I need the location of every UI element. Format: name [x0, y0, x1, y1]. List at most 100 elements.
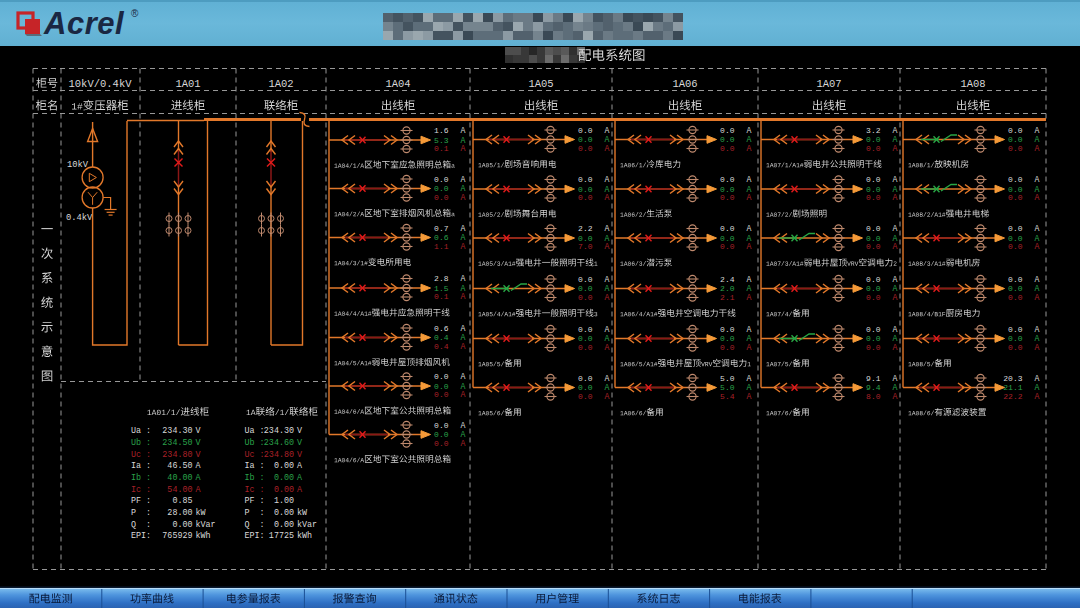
svg-text:PF :: PF : [245, 496, 265, 506]
svg-text:0.0: 0.0 [720, 175, 735, 184]
svg-text:PF :: PF : [131, 496, 151, 506]
svg-text:234.30: 234.30 [264, 426, 294, 436]
svg-text:A: A [605, 242, 610, 251]
svg-text:®: ® [131, 8, 139, 19]
svg-text:A: A [461, 421, 466, 430]
svg-text:20.3: 20.3 [1003, 374, 1022, 383]
svg-text:A: A [893, 242, 898, 251]
svg-text:A: A [893, 175, 898, 184]
svg-text:0.00: 0.00 [264, 520, 294, 530]
svg-text:0.4kV: 0.4kV [66, 213, 93, 223]
svg-text:5.4: 5.4 [720, 392, 735, 401]
svg-text:V: V [196, 426, 201, 436]
svg-text:1A05: 1A05 [528, 78, 553, 90]
svg-text:0.00: 0.00 [264, 473, 294, 483]
svg-text:Ia :: Ia : [131, 461, 151, 471]
svg-text:A: A [893, 343, 898, 352]
svg-text:A: A [747, 193, 752, 202]
svg-text:A: A [893, 126, 898, 135]
svg-text:0.0: 0.0 [1008, 224, 1023, 233]
svg-text:A: A [461, 342, 466, 351]
svg-text:17725: 17725 [264, 531, 294, 541]
svg-text:Ic :: Ic : [245, 485, 265, 495]
svg-text:0.0: 0.0 [434, 390, 449, 399]
svg-text:0.0: 0.0 [578, 126, 593, 135]
svg-text:234.60: 234.60 [264, 438, 294, 448]
svg-text:Uc :: Uc : [131, 450, 151, 460]
svg-text:A: A [747, 275, 752, 284]
svg-text:P :: P : [245, 508, 265, 518]
svg-text:0.0: 0.0 [720, 144, 735, 153]
svg-text:A: A [893, 293, 898, 302]
svg-text:0.1: 0.1 [434, 292, 449, 301]
svg-text:0.0: 0.0 [578, 392, 593, 401]
svg-text:Acrel: Acrel [43, 6, 125, 41]
svg-text:Q :: Q : [245, 520, 265, 530]
svg-text:A: A [747, 175, 752, 184]
svg-text:Ua :: Ua : [131, 426, 151, 436]
svg-text:0.0: 0.0 [434, 193, 449, 202]
svg-text:10kV/0.4kV: 10kV/0.4kV [68, 78, 132, 90]
svg-text:0.00: 0.00 [162, 520, 192, 530]
svg-text:Q :: Q : [131, 520, 151, 530]
svg-text:A: A [605, 374, 610, 383]
svg-text:V: V [196, 438, 201, 448]
svg-text:kVar: kVar [297, 520, 317, 530]
svg-text:A: A [1035, 293, 1040, 302]
svg-text:0.85: 0.85 [162, 496, 192, 506]
svg-text:Uc :: Uc : [245, 450, 265, 460]
svg-text:9.1: 9.1 [866, 374, 881, 383]
svg-text:1.00: 1.00 [264, 496, 294, 506]
svg-text:A: A [605, 126, 610, 135]
svg-text:A: A [893, 374, 898, 383]
svg-text:A: A [747, 293, 752, 302]
svg-text:0.0: 0.0 [1008, 144, 1023, 153]
svg-text:A: A [461, 274, 466, 283]
svg-text:0.0: 0.0 [1008, 293, 1023, 302]
svg-text:Ua :: Ua : [245, 426, 265, 436]
svg-text:0.0: 0.0 [1008, 275, 1023, 284]
svg-text:0.0: 0.0 [866, 224, 881, 233]
svg-text:2.4: 2.4 [720, 275, 735, 284]
svg-text:0.0: 0.0 [1008, 325, 1023, 334]
svg-text:EPI:: EPI: [131, 531, 151, 541]
svg-text:0.0: 0.0 [578, 144, 593, 153]
svg-text:P :: P : [131, 508, 151, 518]
svg-text:A: A [1035, 193, 1040, 202]
svg-text:0.0: 0.0 [866, 193, 881, 202]
svg-text:1A06: 1A06 [672, 78, 697, 90]
svg-text:A: A [747, 325, 752, 334]
svg-text:Ic :: Ic : [131, 485, 151, 495]
svg-text:40.00: 40.00 [162, 473, 192, 483]
svg-text:A: A [605, 293, 610, 302]
svg-text:0.0: 0.0 [866, 175, 881, 184]
svg-text:0.0: 0.0 [866, 242, 881, 251]
svg-text:A: A [1035, 144, 1040, 153]
svg-text:3.2: 3.2 [866, 126, 881, 135]
svg-text:A: A [1035, 343, 1040, 352]
svg-text:0.00: 0.00 [264, 508, 294, 518]
svg-text:A: A [1035, 374, 1040, 383]
svg-text:0.0: 0.0 [720, 242, 735, 251]
svg-text:0.0: 0.0 [434, 372, 449, 381]
svg-text:234.30: 234.30 [162, 426, 192, 436]
svg-text:A: A [893, 144, 898, 153]
svg-text:0.0: 0.0 [578, 193, 593, 202]
svg-text:V: V [297, 438, 302, 448]
svg-text:A: A [747, 224, 752, 233]
svg-text:V: V [196, 450, 201, 460]
svg-text:A: A [747, 343, 752, 352]
svg-text:EPI:: EPI: [245, 531, 265, 541]
svg-text:1.1: 1.1 [434, 242, 449, 251]
svg-text:2.1: 2.1 [720, 293, 735, 302]
svg-text:A: A [461, 175, 466, 184]
svg-text:A: A [461, 242, 466, 251]
svg-text:A: A [1035, 242, 1040, 251]
svg-text:A: A [605, 224, 610, 233]
svg-text:A: A [747, 374, 752, 383]
svg-text:1A07: 1A07 [816, 78, 841, 90]
svg-text:0.0: 0.0 [434, 421, 449, 430]
svg-text:A: A [605, 144, 610, 153]
svg-text:0.7: 0.7 [434, 224, 449, 233]
svg-text:Ib :: Ib : [131, 473, 151, 483]
